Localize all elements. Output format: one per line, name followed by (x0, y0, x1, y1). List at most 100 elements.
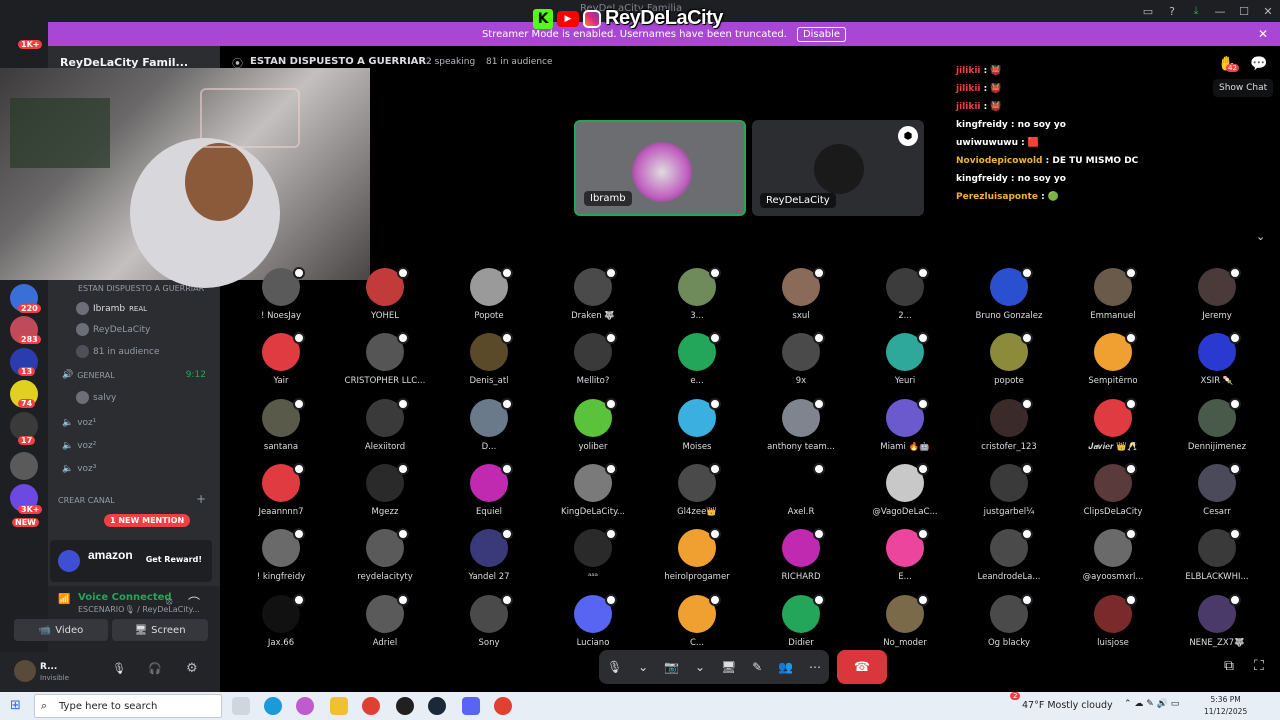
stage-speaker[interactable]: Ibramb REAL (76, 302, 147, 315)
camera-off-icon[interactable]: 📷 (664, 660, 679, 674)
new-mention-pill[interactable]: 1 NEW MENTION (104, 514, 191, 527)
audience-member[interactable]: XSIR 🍡 (1165, 330, 1269, 390)
audience-member[interactable]: Mellito? (541, 330, 645, 390)
audience-member[interactable]: Draken 🐺 (541, 265, 645, 325)
noise-icon[interactable]: ⦻ (166, 596, 173, 607)
audience-member[interactable]: C... (645, 592, 749, 652)
steam-icon[interactable] (428, 697, 446, 715)
audience-member[interactable]: Popote (437, 265, 541, 325)
chat-icon[interactable]: 💬 (1250, 56, 1267, 72)
audience-member[interactable]: Luciano (541, 592, 645, 652)
audience-member[interactable]: Yair (229, 330, 333, 390)
download-icon[interactable]: ⤓ (1184, 0, 1208, 22)
weather-widget[interactable]: 47°F Mostly cloudy (1022, 700, 1113, 711)
audience-member[interactable]: CRISTOPHER LLC... (333, 330, 437, 390)
audience-member[interactable]: @VagoDeLaC... (853, 461, 957, 521)
audience-member[interactable]: Didier (749, 592, 853, 652)
audience-member[interactable]: Equiel (437, 461, 541, 521)
audience-member[interactable]: Jeaannnn7 (229, 461, 333, 521)
get-reward-button[interactable]: Get Reward! (146, 555, 202, 564)
video-button[interactable]: 📹 Video (14, 619, 108, 641)
inbox-icon[interactable]: ▭ (1136, 0, 1160, 22)
audience-member[interactable]: justgarbel¼ (957, 461, 1061, 521)
create-channel[interactable]: CREAR CANAL (58, 496, 115, 505)
audience-member[interactable]: Jeremy (1165, 265, 1269, 325)
tray-icons[interactable]: ⌃ ☁ ✎ 🔊 ▭ (1124, 699, 1179, 709)
hangup-button[interactable]: ☎ (837, 650, 887, 684)
audience-member[interactable]: yoliber (541, 396, 645, 456)
discord-icon[interactable] (462, 697, 480, 715)
audience-member[interactable]: LeandrodeLa... (957, 526, 1061, 586)
audience-member[interactable]: Bruno Gonzalez (957, 265, 1061, 325)
maximize-button[interactable]: ☐ (1232, 0, 1256, 22)
voice-channel[interactable]: 🔈 voz² (62, 441, 96, 451)
fullscreen-icon[interactable]: ⛶ (1254, 658, 1264, 674)
audience-member[interactable]: @ayoosmxrl... (1061, 526, 1165, 586)
chrome-icon[interactable] (362, 697, 380, 715)
audience-member[interactable]: Mgezz (333, 461, 437, 521)
taskbar-search[interactable]: ⌕ Type here to search (34, 694, 222, 718)
audience-member[interactable]: RICHARD (749, 526, 853, 586)
chevron-down-icon[interactable]: ⌄ (638, 660, 648, 674)
speaker-tile[interactable]: Ibramb (574, 120, 746, 216)
audience-member[interactable]: Emmanuel (1061, 265, 1165, 325)
obs-icon[interactable] (396, 697, 414, 715)
microphone-icon[interactable]: 🎙 (112, 662, 126, 675)
audience-member[interactable]: Gl4zee👑 (645, 461, 749, 521)
more-icon[interactable]: ⋯ (809, 660, 821, 674)
chevron-down-icon[interactable]: ⌄ (695, 660, 705, 674)
audience-member[interactable]: Cesarr (1165, 461, 1269, 521)
avatar[interactable] (14, 660, 36, 682)
audience-member[interactable]: Adriel (333, 592, 437, 652)
audience-member[interactable]: 2... (853, 265, 957, 325)
audience-member[interactable]: 𝑱𝒂𝒗𝒊𝒆𝒓 👑🥂 (1061, 396, 1165, 456)
audience-member[interactable]: YOHEL (333, 265, 437, 325)
audience-member[interactable]: heirolprogamer (645, 526, 749, 586)
audience-member[interactable]: 9x (749, 330, 853, 390)
audience-member[interactable]: cristofer_123 (957, 396, 1061, 456)
minimize-button[interactable]: — (1208, 0, 1232, 22)
share-screen-icon[interactable]: 🖥 (721, 660, 736, 674)
add-channel-icon[interactable]: + (196, 492, 206, 506)
screen-button[interactable]: 🖥 Screen (112, 619, 208, 641)
audience-member[interactable]: 3... (645, 265, 749, 325)
audience-member[interactable]: sxul (749, 265, 853, 325)
audience-member[interactable]: Sempitërno (1061, 330, 1165, 390)
audience-member[interactable]: Yeuri (853, 330, 957, 390)
audience-member[interactable]: reydelacityty (333, 526, 437, 586)
channel-general[interactable]: 🔊 GENERAL (62, 370, 115, 380)
microphone-icon[interactable]: 🎙 (607, 660, 622, 674)
server-icon[interactable] (10, 452, 38, 480)
audience-member[interactable]: No_moder (853, 592, 957, 652)
chrome-icon[interactable] (494, 697, 512, 715)
audience-member[interactable]: ! kingfreidy (229, 526, 333, 586)
voice-channel[interactable]: 🔈 voz¹ (62, 418, 96, 428)
audience-member[interactable]: Jax.66 (229, 592, 333, 652)
stage-speaker[interactable]: ReyDeLaCity (76, 323, 150, 336)
voice-user[interactable]: salvy (76, 391, 116, 404)
audience-member[interactable]: ! NoesJay (229, 265, 333, 325)
voice-channel[interactable]: 🔈 voz³ (62, 464, 96, 474)
audience-member[interactable]: Og blacky (957, 592, 1061, 652)
audience-member[interactable]: Alexiitord (333, 396, 437, 456)
close-window-button[interactable]: ✕ (1256, 0, 1280, 22)
audience-member[interactable]: NENE_ZX7🐺 (1165, 592, 1269, 652)
edge-icon[interactable] (264, 697, 282, 715)
audience-member[interactable]: popote (957, 330, 1061, 390)
audience-member[interactable]: Dennijimenez (1165, 396, 1269, 456)
stage-audience[interactable]: 81 in audience (76, 345, 160, 358)
audience-member[interactable]: Moises (645, 396, 749, 456)
invite-icon[interactable]: 👥 (778, 660, 793, 674)
disable-button[interactable]: Disable (796, 26, 847, 42)
audience-member[interactable]: luisjose (1061, 592, 1165, 652)
disconnect-icon[interactable]: ⌒ (188, 594, 200, 611)
speaker-tile[interactable]: ReyDeLaCity ⬢ (752, 120, 924, 216)
audience-member[interactable]: ᵃᵃᵃ (541, 526, 645, 586)
task-view-icon[interactable] (232, 697, 250, 715)
file-explorer-icon[interactable] (330, 697, 348, 715)
help-icon[interactable]: ? (1160, 0, 1184, 22)
audience-member[interactable]: ELBLACKWHI... (1165, 526, 1269, 586)
audience-member[interactable]: anthony team... (749, 396, 853, 456)
audience-member[interactable]: Denis_atl (437, 330, 541, 390)
audience-member[interactable]: ClipsDeLaCity (1061, 461, 1165, 521)
